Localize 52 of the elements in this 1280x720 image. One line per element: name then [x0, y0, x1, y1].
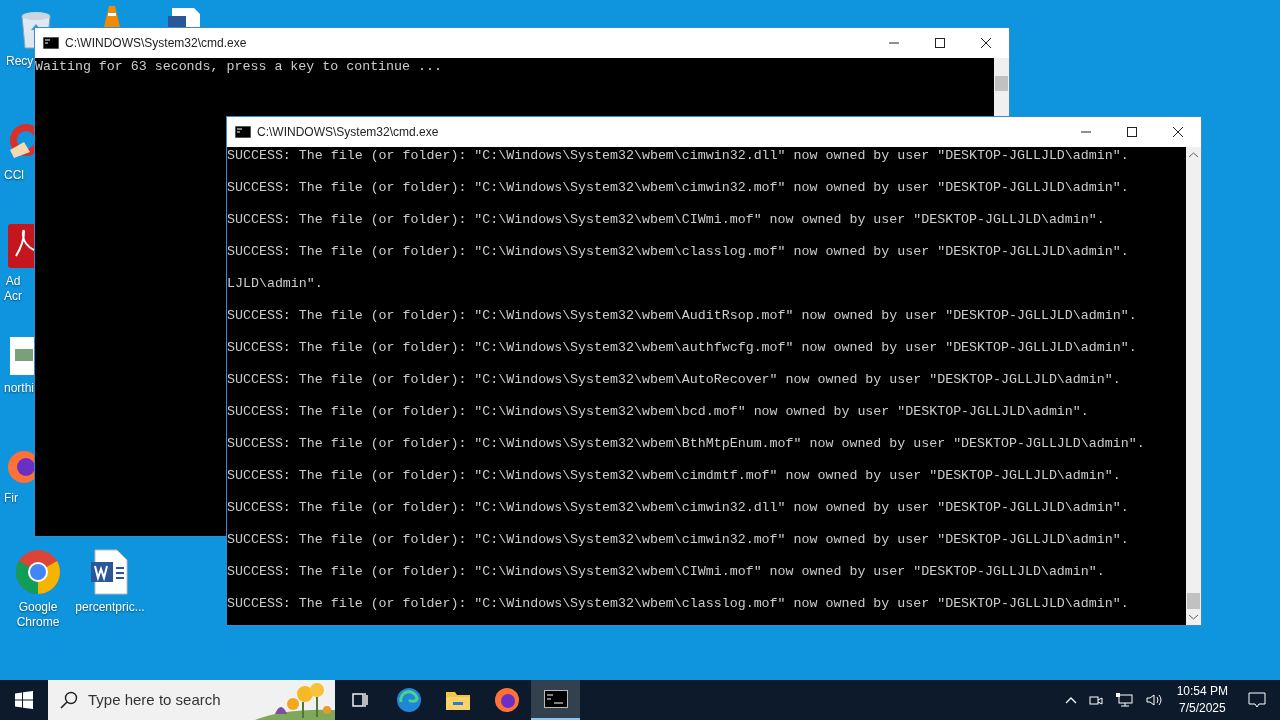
icon-label: Google Chrome	[16, 600, 60, 630]
icon-label: percentpric...	[75, 600, 145, 615]
chrome-icon	[14, 548, 62, 596]
icon-label: Fir	[4, 491, 18, 506]
edge-icon	[395, 687, 422, 713]
terminal-icon	[235, 126, 251, 138]
scrollbar[interactable]	[994, 58, 1009, 116]
console-line: SUCCESS: The file (or folder): "C:\Windows\System32\wbem\BthMtpEnum.mof" now owned by user "DESKTOP-JGLLJLD\admin".	[227, 435, 1145, 453]
console-line: SUCCESS: The file (or folder): "C:\Windows\System32\wbem\CIWmi.mof" now owned by user "DESKTOP-JGLLJLD\admin".	[227, 211, 1105, 229]
search-icon	[60, 691, 78, 709]
icon-label: Ad Acr	[4, 274, 22, 304]
folder-icon	[445, 690, 470, 710]
close-icon	[981, 38, 991, 48]
console-line: SUCCESS: The file (or folder): "C:\Windows\System32\wbem\AuditRsop.mof" now owned by user "DESKTOP-JGLLJLD\admin".	[227, 307, 1137, 325]
windows-logo-icon	[15, 691, 33, 709]
icon-label: northi	[4, 381, 35, 396]
console-line: SUCCESS: The file (or folder): "C:\Windows\System32\wbem\cimwin32.dll" now owned by user "DESKTOP-JGLLJLD\admin".	[227, 147, 1129, 165]
terminal-icon	[43, 37, 59, 49]
taskbar-app[interactable]	[531, 680, 580, 720]
window-title: C:\WINDOWS\System32\cmd.exe	[257, 124, 439, 141]
close-icon	[1173, 127, 1183, 137]
icon-label: Recy	[6, 54, 34, 69]
search-field[interactable]: Type here to search	[88, 688, 228, 712]
word-icon	[89, 548, 131, 596]
clock[interactable]: 10:54 PM 7/5/2025	[1168, 683, 1236, 717]
console-line: SUCCESS: The file (or folder): "C:\Windows\System32\wbem\bcd.mof" now owned by user "DESKTOP-JGLLJLD\admin".	[227, 403, 1089, 421]
search-bar[interactable]: Type here to search	[48, 680, 335, 720]
console-line: SUCCESS: The file (or folder): "C:\Windows\System32\wbem\cimdmtf.mof" now owned by user "DESKTOP-JGLLJLD\admin".	[227, 467, 1121, 485]
console-line: SUCCESS: The file (or folder): "C:\Windows\System32\wbem\authfwcfg.mof" now owned by user "DESKTOP-JGLLJLD\admin".	[227, 339, 1137, 357]
console-line: LJLD\admin".	[227, 275, 323, 293]
task-view-button	[350, 691, 369, 709]
console-line: SUCCESS: The file (or folder): "C:\Windows\System32\wbem\cimwin32.mof" now owned by user "DESKTOP-JGLLJLD\admin".	[227, 531, 1129, 549]
console-line: SUCCESS: The file (or folder): "C:\Windows\System32\wbem\cimwin32.mof" now owned by user "DESKTOP-JGLLJLD\admin".	[227, 179, 1129, 197]
maximize-icon	[1127, 127, 1137, 137]
clock-date: 7/5/2025	[1177, 700, 1227, 717]
scrollbar[interactable]	[1186, 147, 1201, 625]
console-line: Waiting for 63 seconds, press a key to continue ...	[35, 58, 442, 76]
scroll-up-icon[interactable]	[1189, 152, 1198, 158]
console-line: SUCCESS: The file (or folder): "C:\Windows\System32\wbem\cimwin32.dll" now owned by user "DESKTOP-JGLLJLD\admin".	[227, 499, 1129, 517]
console-line: SUCCESS: The file (or folder): "C:\Windows\System32\wbem\classlog.mof" now owned by user "DESKTOP-JGLLJLD\admin".	[227, 243, 1129, 261]
scroll-down-icon[interactable]	[1189, 614, 1198, 620]
window-title: C:\WINDOWS\System32\cmd.exe	[65, 35, 247, 52]
scroll-thumb[interactable]	[1187, 593, 1200, 609]
terminal-icon	[543, 690, 568, 708]
console-line: SUCCESS: The file (or folder): "C:\Windows\System32\wbem\CIWmi.mof" now owned by user "DESKTOP-JGLLJLD\admin".	[227, 563, 1105, 581]
console-line: SUCCESS: The file (or folder): "C:\Windows\System32\wbem\AutoRecover" now owned by user "DESKTOP-JGLLJLD\admin".	[227, 371, 1121, 389]
console-line: SUCCESS: The file (or folder): "C:\Windows\System32\wbem\classlog.mof" now owned by user "DESKTOP-JGLLJLD\admin".	[227, 595, 1129, 613]
icon-label: CCl	[4, 168, 24, 183]
clock-time: 10:54 PM	[1176, 683, 1228, 700]
maximize-icon	[935, 38, 945, 48]
firefox-icon	[493, 687, 520, 713]
scroll-thumb[interactable]	[995, 76, 1008, 91]
